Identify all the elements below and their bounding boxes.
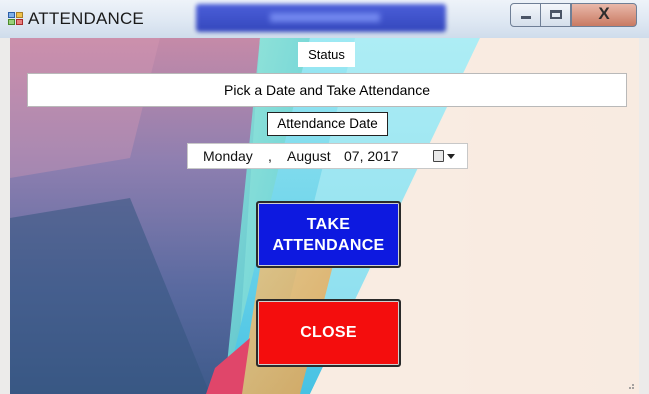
status-message-field: Pick a Date and Take Attendance: [27, 73, 627, 107]
date-picker-month[interactable]: August: [287, 148, 331, 164]
window-frame-left: [0, 38, 10, 394]
title-bar[interactable]: ATTENDANCE X: [0, 0, 649, 38]
take-attendance-label-line2: ATTENDANCE: [272, 236, 385, 254]
calendar-icon: [433, 150, 444, 162]
date-picker-dropdown-button[interactable]: [433, 148, 463, 166]
minimize-icon: [521, 16, 531, 19]
date-picker[interactable]: Monday , August 07, 2017: [187, 143, 468, 169]
close-button[interactable]: CLOSE: [256, 299, 401, 367]
window-title: ATTENDANCE: [28, 9, 144, 28]
take-attendance-button[interactable]: TAKE ATTENDANCE: [256, 201, 401, 268]
take-attendance-label: TAKE ATTENDANCE: [272, 214, 384, 256]
date-picker-day[interactable]: Monday: [203, 148, 253, 164]
date-picker-separator: ,: [268, 148, 272, 164]
status-label: Status: [298, 42, 355, 67]
close-button-label: CLOSE: [300, 324, 357, 341]
window-frame-right: [639, 38, 649, 394]
resize-grip-icon[interactable]: [625, 380, 635, 390]
chevron-down-icon: [447, 154, 455, 159]
close-icon: X: [598, 4, 610, 23]
take-attendance-label-line1: TAKE: [306, 215, 351, 233]
minimize-button[interactable]: [510, 3, 541, 27]
maximize-button[interactable]: [541, 3, 571, 27]
attendance-date-label: Attendance Date: [267, 112, 388, 136]
maximize-icon: [550, 10, 562, 19]
blurred-text: [270, 13, 380, 22]
app-window-icon: [8, 12, 23, 25]
attendance-window: ATTENDANCE X Status Pick a Date and Take…: [0, 0, 649, 394]
date-picker-date-year[interactable]: 07, 2017: [344, 148, 399, 164]
close-window-button[interactable]: X: [571, 3, 637, 27]
